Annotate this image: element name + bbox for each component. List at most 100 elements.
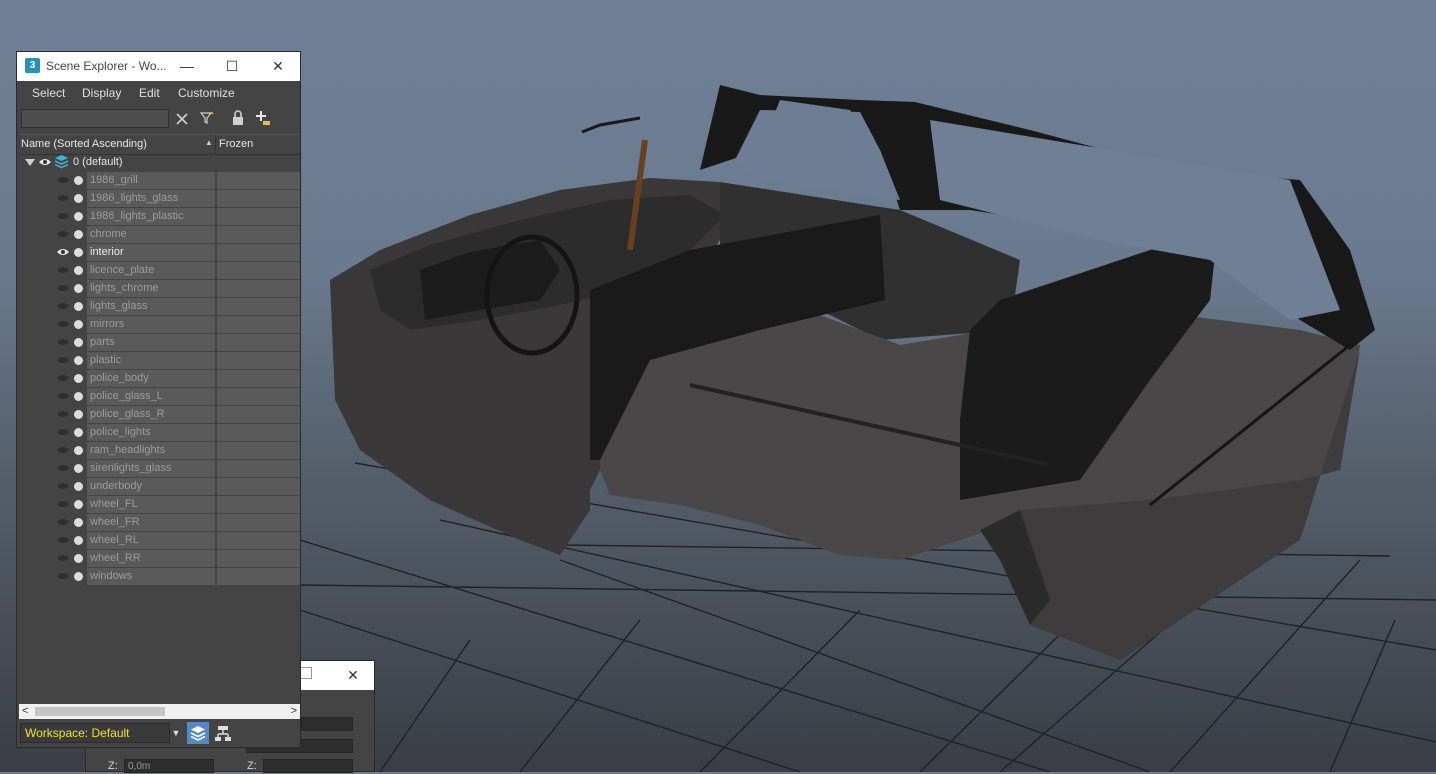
eye-hidden-icon[interactable] [57,392,69,400]
frozen-cell[interactable] [217,424,300,441]
frozen-cell[interactable] [217,316,300,333]
layer-item-row[interactable]: mirrors [19,316,300,334]
frozen-cell[interactable] [217,550,300,567]
add-layer-icon[interactable] [253,110,273,130]
eye-hidden-icon[interactable] [57,230,69,238]
layer-item-row[interactable]: underbody [19,478,300,496]
layer-item-row[interactable]: wheel_RL [19,532,300,550]
layer-item-row[interactable]: parts [19,334,300,352]
filter-icon[interactable] [197,110,217,130]
z-field-left[interactable]: 0,0m [124,759,214,773]
eye-hidden-icon[interactable] [57,356,69,364]
layer-item-row[interactable]: sirenlights_glass [19,460,300,478]
eye-hidden-icon[interactable] [57,338,69,346]
close-icon[interactable]: ✕ [261,55,295,77]
layer-item-row[interactable]: windows [19,568,300,586]
eye-hidden-icon[interactable] [57,194,69,202]
menu-edit[interactable]: Edit [139,86,160,100]
eye-hidden-icon[interactable] [57,518,69,526]
frozen-cell[interactable] [217,262,300,279]
menu-display[interactable]: Display [82,86,121,100]
eye-hidden-icon[interactable] [57,446,69,454]
layer-item-row[interactable]: ram_headlights [19,442,300,460]
layer-item-row[interactable]: police_glass_R [19,406,300,424]
frozen-cell[interactable] [217,334,300,351]
eye-visible-icon[interactable] [57,248,69,256]
frozen-cell[interactable] [217,172,300,189]
eye-hidden-icon[interactable] [57,464,69,472]
layer-item-row[interactable]: 1986_lights_glass [19,190,300,208]
eye-hidden-icon[interactable] [57,482,69,490]
eye-hidden-icon[interactable] [57,410,69,418]
eye-visible-icon[interactable] [39,158,51,166]
layer-item-row[interactable]: police_lights [19,424,300,442]
workspace-dropdown[interactable]: Workspace: Default [20,723,170,743]
eye-hidden-icon[interactable] [57,572,69,580]
frozen-cell[interactable] [217,532,300,549]
frozen-cell[interactable] [217,442,300,459]
z-field-right[interactable] [263,759,353,773]
scrollbar-thumb[interactable] [35,707,165,716]
frozen-cell[interactable] [217,370,300,387]
eye-hidden-icon[interactable] [57,500,69,508]
eye-hidden-icon[interactable] [57,428,69,436]
layer-row-default[interactable]: 0 (default) [19,154,300,172]
expand-triangle-icon[interactable] [25,159,35,166]
x-field[interactable] [301,717,353,731]
minimize-icon[interactable]: — [170,55,204,77]
menu-customize[interactable]: Customize [178,86,235,100]
maximize-icon[interactable]: ☐ [215,55,249,77]
name-column-header[interactable]: Name (Sorted Ascending) [21,138,147,150]
scene-explorer-titlebar[interactable]: 3 Scene Explorer - Wo... — ☐ ✕ [17,52,300,81]
frozen-cell[interactable] [217,478,300,495]
frozen-cell[interactable] [217,496,300,513]
horizontal-scrollbar[interactable]: < > [19,704,300,719]
clear-search-icon[interactable] [172,110,192,130]
sort-by-layer-button[interactable] [187,722,209,744]
eye-hidden-icon[interactable] [57,176,69,184]
layer-item-row[interactable]: 1986_lights_plastic [19,208,300,226]
layer-item-row[interactable]: plastic [19,352,300,370]
eye-hidden-icon[interactable] [57,266,69,274]
eye-hidden-icon[interactable] [57,284,69,292]
sort-by-hierarchy-button[interactable] [212,722,234,744]
eye-hidden-icon[interactable] [57,212,69,220]
frozen-cell[interactable] [217,298,300,315]
eye-hidden-icon[interactable] [57,302,69,310]
frozen-cell[interactable] [217,190,300,207]
lock-icon[interactable] [228,110,248,130]
layer-item-row[interactable]: chrome [19,226,300,244]
frozen-cell[interactable] [217,208,300,225]
frozen-cell[interactable] [217,244,300,261]
layer-item-row[interactable]: licence_plate [19,262,300,280]
frozen-cell[interactable] [217,388,300,405]
maximize-icon[interactable] [300,667,312,679]
layer-item-row[interactable]: interior [19,244,300,262]
eye-hidden-icon[interactable] [57,536,69,544]
eye-hidden-icon[interactable] [57,374,69,382]
layer-item-row[interactable]: police_body [19,370,300,388]
search-input[interactable] [21,109,169,128]
layer-item-row[interactable]: 1986_grill [19,172,300,190]
frozen-cell[interactable] [217,352,300,369]
close-icon[interactable]: ✕ [338,664,368,686]
frozen-cell[interactable] [217,406,300,423]
frozen-cell[interactable] [217,460,300,477]
frozen-cell[interactable] [217,226,300,243]
menu-select[interactable]: Select [32,86,65,100]
scroll-right-icon[interactable]: > [291,704,297,719]
eye-hidden-icon[interactable] [57,320,69,328]
chevron-down-icon[interactable]: ▼ [170,723,182,743]
layer-item-row[interactable]: lights_glass [19,298,300,316]
layer-item-row[interactable]: lights_chrome [19,280,300,298]
frozen-column-header[interactable]: Frozen [219,138,253,150]
eye-hidden-icon[interactable] [57,554,69,562]
frozen-cell[interactable] [217,514,300,531]
scroll-left-icon[interactable]: < [22,704,28,719]
frozen-cell[interactable] [217,280,300,297]
layer-item-row[interactable]: wheel_FR [19,514,300,532]
frozen-cell[interactable] [217,568,300,585]
layer-item-row[interactable]: wheel_RR [19,550,300,568]
layer-item-row[interactable]: wheel_FL [19,496,300,514]
layer-item-row[interactable]: police_glass_L [19,388,300,406]
